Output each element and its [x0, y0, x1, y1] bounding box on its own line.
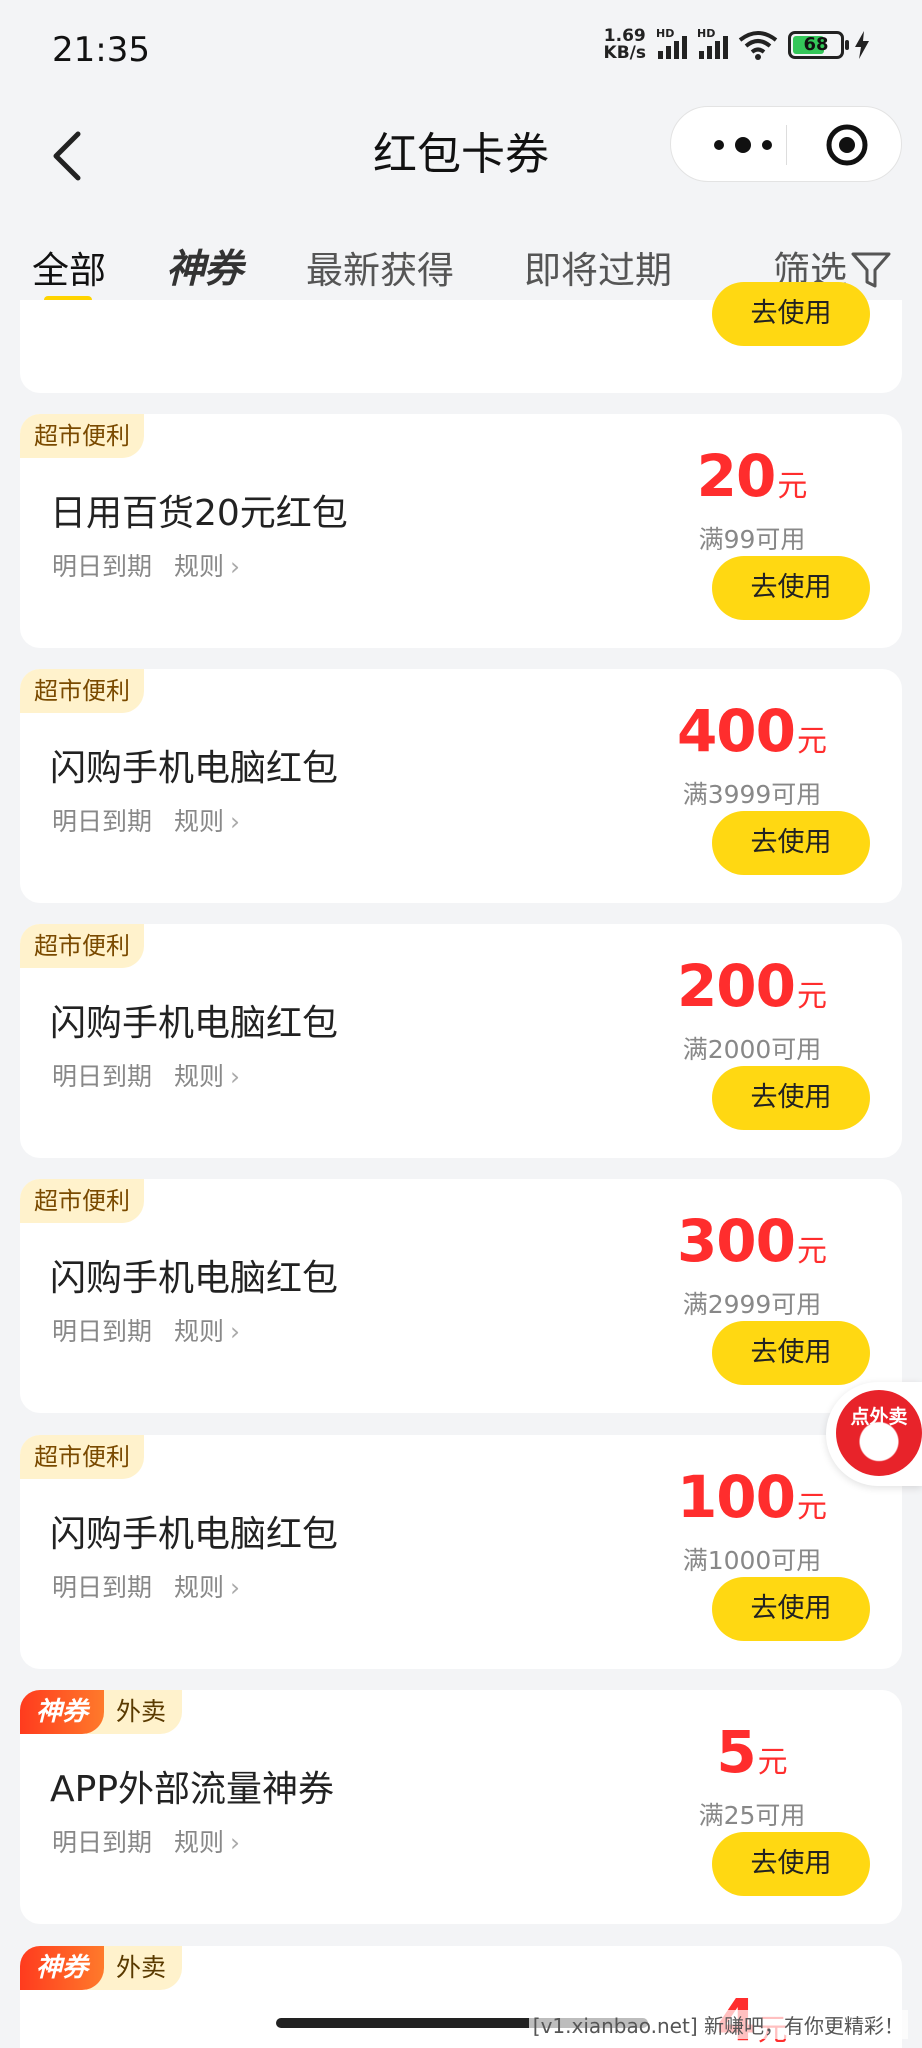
- charging-icon: [855, 31, 869, 59]
- coupon-condition: 满1000可用: [682, 1546, 822, 1575]
- network-speed: 1.69 KB/s: [603, 26, 646, 63]
- more-icon[interactable]: [707, 131, 787, 159]
- status-icons: 1.69 KB/s HD HD 68: [603, 26, 870, 63]
- float-ad-label: 点外卖: [850, 1406, 908, 1428]
- coupon-meta: 明日到期 规则 ›: [52, 1823, 240, 1859]
- category-tag: 超市便利: [20, 1179, 144, 1223]
- rule-link[interactable]: 规则: [174, 1317, 224, 1346]
- coupon-title: APP外部流量神券: [50, 1769, 335, 1810]
- coupon-meta: 明日到期 规则 ›: [52, 802, 240, 838]
- funnel-icon[interactable]: [850, 250, 892, 290]
- close-target-icon[interactable]: [825, 123, 869, 167]
- chevron-right-icon: ›: [230, 1573, 241, 1602]
- coupon-amount: 20元: [696, 442, 808, 510]
- tab-newest[interactable]: 最新获得: [306, 240, 454, 294]
- watermark: [v1.xianbao.net] 新赚吧，有你更精彩！: [528, 2010, 908, 2039]
- coupon-title: 闪购手机电脑红包: [50, 1258, 339, 1299]
- coupon-condition: 满2000可用: [682, 1035, 822, 1064]
- coupon-card: 超市便利 闪购手机电脑红包 明日到期 规则 › 200元 满2000可用 去使用: [20, 924, 902, 1158]
- mini-program-capsule: [670, 106, 902, 182]
- chevron-right-icon: ›: [230, 1317, 241, 1346]
- expire-label: 明日到期: [52, 552, 153, 581]
- rule-link[interactable]: 规则: [174, 807, 224, 836]
- coupon-amount: 100元: [676, 1463, 828, 1531]
- coupon-card: 超市便利 闪购手机电脑红包 明日到期 规则 › 400元 满3999可用 去使用: [20, 669, 902, 903]
- expire-label: 明日到期: [52, 1317, 153, 1346]
- coupon-meta: 明日到期 规则 ›: [52, 1568, 240, 1604]
- tab-expiring[interactable]: 即将过期: [524, 240, 672, 294]
- coupon-title: 闪购手机电脑红包: [50, 748, 339, 789]
- rule-link[interactable]: 规则: [174, 1828, 224, 1857]
- signal-icon-2: HD: [697, 27, 728, 59]
- chevron-right-icon: ›: [230, 1062, 241, 1091]
- coupon-title: 闪购手机电脑红包: [50, 1003, 339, 1044]
- rule-link[interactable]: 规则: [174, 552, 224, 581]
- status-bar: 21:35 1.69 KB/s HD HD 68: [0, 0, 922, 100]
- expire-label: 明日到期: [52, 1573, 153, 1602]
- coupon-card-partial: 去使用: [20, 282, 902, 393]
- coupon-meta: 明日到期 规则 ›: [52, 1057, 240, 1093]
- order-takeout-float-button[interactable]: 点外卖: [826, 1382, 922, 1486]
- category-tag: 超市便利: [20, 669, 144, 713]
- tab-god-coupon[interactable]: 神券: [166, 238, 243, 294]
- chevron-right-icon: ›: [230, 552, 241, 581]
- coupon-card: 超市便利 日用百货20元红包 明日到期 规则 › 20元 满99可用 去使用: [20, 414, 902, 648]
- coupon-condition: 满2999可用: [682, 1290, 822, 1319]
- coupon-amount: 300元: [676, 1207, 828, 1275]
- expire-label: 明日到期: [52, 807, 153, 836]
- use-button[interactable]: 去使用: [712, 1577, 870, 1641]
- wifi-icon: [738, 31, 778, 60]
- chevron-right-icon: ›: [230, 1828, 241, 1857]
- use-button[interactable]: 去使用: [712, 1321, 870, 1385]
- rule-link[interactable]: 规则: [174, 1062, 224, 1091]
- expire-label: 明日到期: [52, 1062, 153, 1091]
- category-tag: 超市便利: [20, 924, 144, 968]
- coupon-card: 超市便利 闪购手机电脑红包 明日到期 规则 › 300元 满2999可用 去使用: [20, 1179, 902, 1413]
- coupon-card: 外卖 神券 APP外部流量神券 明日到期 规则 › 5元 满25可用 去使用: [20, 1690, 902, 1924]
- coupon-amount: 400元: [676, 697, 828, 765]
- coupon-amount: 5元: [716, 1718, 788, 1786]
- use-button[interactable]: 去使用: [712, 1832, 870, 1896]
- god-coupon-badge: 神券: [20, 1946, 104, 1990]
- expire-label: 明日到期: [52, 1828, 153, 1857]
- tab-all[interactable]: 全部: [32, 240, 106, 294]
- coupon-title: 闪购手机电脑红包: [50, 1514, 339, 1555]
- coupon-amount: 200元: [676, 952, 828, 1020]
- nav-bar: 红包卡券: [0, 100, 922, 210]
- coupon-meta: 明日到期 规则 ›: [52, 547, 240, 583]
- use-button[interactable]: 去使用: [712, 1066, 870, 1130]
- god-coupon-badge: 神券: [20, 1690, 104, 1734]
- use-button[interactable]: 去使用: [712, 556, 870, 620]
- capsule-divider: [786, 125, 787, 165]
- category-tag: 超市便利: [20, 414, 144, 458]
- use-button[interactable]: 去使用: [712, 282, 870, 346]
- rule-link[interactable]: 规则: [174, 1573, 224, 1602]
- coupon-meta: 明日到期 规则 ›: [52, 1312, 240, 1348]
- coupon-card: 超市便利 闪购手机电脑红包 明日到期 规则 › 100元 满1000可用 去使用: [20, 1435, 902, 1669]
- coupon-condition: 满99可用: [698, 525, 806, 554]
- coupon-title: 日用百货20元红包: [50, 493, 348, 534]
- chevron-right-icon: ›: [230, 807, 241, 836]
- coupon-condition: 满25可用: [698, 1801, 806, 1830]
- use-button[interactable]: 去使用: [712, 811, 870, 875]
- signal-icon: HD: [656, 27, 687, 59]
- battery-icon: 68: [788, 31, 849, 59]
- category-tag: 超市便利: [20, 1435, 144, 1479]
- status-time: 21:35: [52, 30, 150, 70]
- coupon-condition: 满3999可用: [682, 780, 822, 809]
